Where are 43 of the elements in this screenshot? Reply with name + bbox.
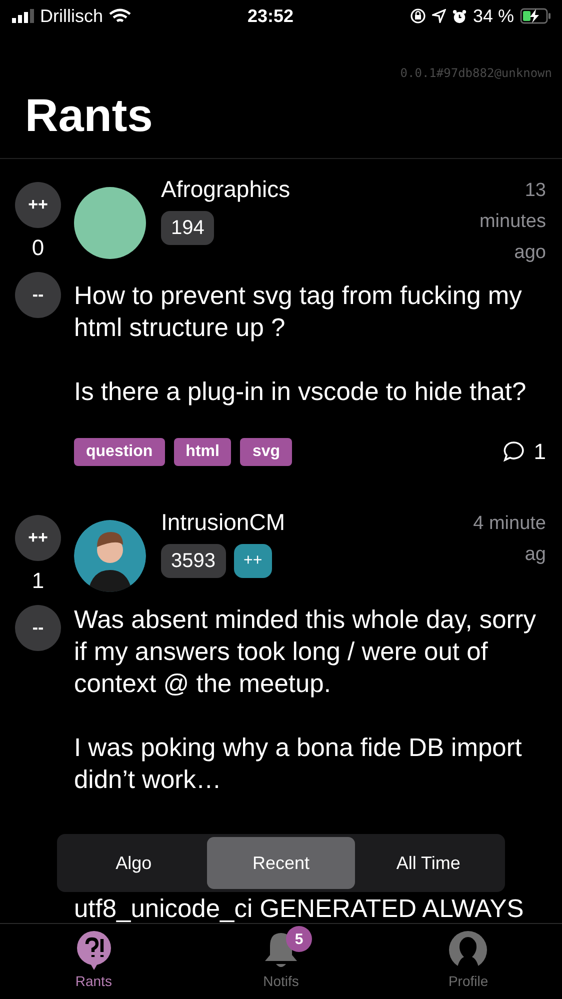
username[interactable]: Afrographics <box>161 175 290 203</box>
username[interactable]: IntrusionCM <box>161 508 285 536</box>
comment-icon <box>502 440 526 464</box>
sort-option[interactable]: All Time <box>354 837 502 889</box>
alarm-clock-icon <box>452 8 467 24</box>
tab-bar-item[interactable]: 5 Notifs <box>187 924 375 999</box>
rant-text: Is there a plug-in in vscode to hide that? <box>74 377 528 408</box>
post-time: 13 minutes ago <box>478 179 546 265</box>
page-title: Rants <box>0 80 562 159</box>
rant-text: How to prevent svg tag from fucking my html structure up ? <box>74 281 523 344</box>
sort-option[interactable]: Recent <box>207 837 355 889</box>
rant-text: I was poking why a bona fide DB import didn’t work… <box>74 733 523 796</box>
vote-score: 0 <box>32 236 44 260</box>
tag-chip[interactable]: html <box>174 438 232 466</box>
signal-icon <box>12 9 34 23</box>
vote-score: 1 <box>32 569 44 593</box>
battery-percent: 34 % <box>472 6 514 26</box>
comment-count: 1 <box>534 439 546 465</box>
downvote-button[interactable]: -- <box>15 605 61 651</box>
sort-option[interactable]: Algo <box>60 837 208 889</box>
supporter-badge: ++ <box>234 544 272 578</box>
notification-badge: 5 <box>286 926 312 952</box>
rotation-lock-icon <box>410 8 426 24</box>
wifi-icon <box>109 8 131 24</box>
reputation-badge: 194 <box>161 211 214 245</box>
reputation-badge: 3593 <box>161 544 226 578</box>
tag-chip[interactable]: question <box>74 438 165 466</box>
downvote-button[interactable]: -- <box>15 272 61 318</box>
post-time: 4 minute ag <box>472 512 546 567</box>
clock-time: 23:52 <box>247 6 294 26</box>
rant-text: utf8_unicode_ci GENERATED ALWAYS <box>74 894 525 923</box>
battery-charging-icon <box>520 8 552 24</box>
version-label: 0.0.1#97db882@unknown <box>399 65 553 80</box>
rant-text: Was absent minded this whole day, sorry if my answers took long / were out of context @ the meetup. <box>74 605 538 700</box>
tab-bar-item[interactable]: Profile <box>374 924 562 999</box>
user-avatar-icon[interactable] <box>74 520 146 592</box>
profile-icon <box>448 930 488 970</box>
tab-bar-item[interactable]: Rants <box>0 924 188 999</box>
upvote-button[interactable]: ++ <box>15 515 61 561</box>
location-arrow-icon <box>432 9 446 23</box>
carrier-name: Drillisch <box>40 6 103 26</box>
upvote-button[interactable]: ++ <box>15 182 61 228</box>
tag-chip[interactable]: svg <box>240 438 292 466</box>
